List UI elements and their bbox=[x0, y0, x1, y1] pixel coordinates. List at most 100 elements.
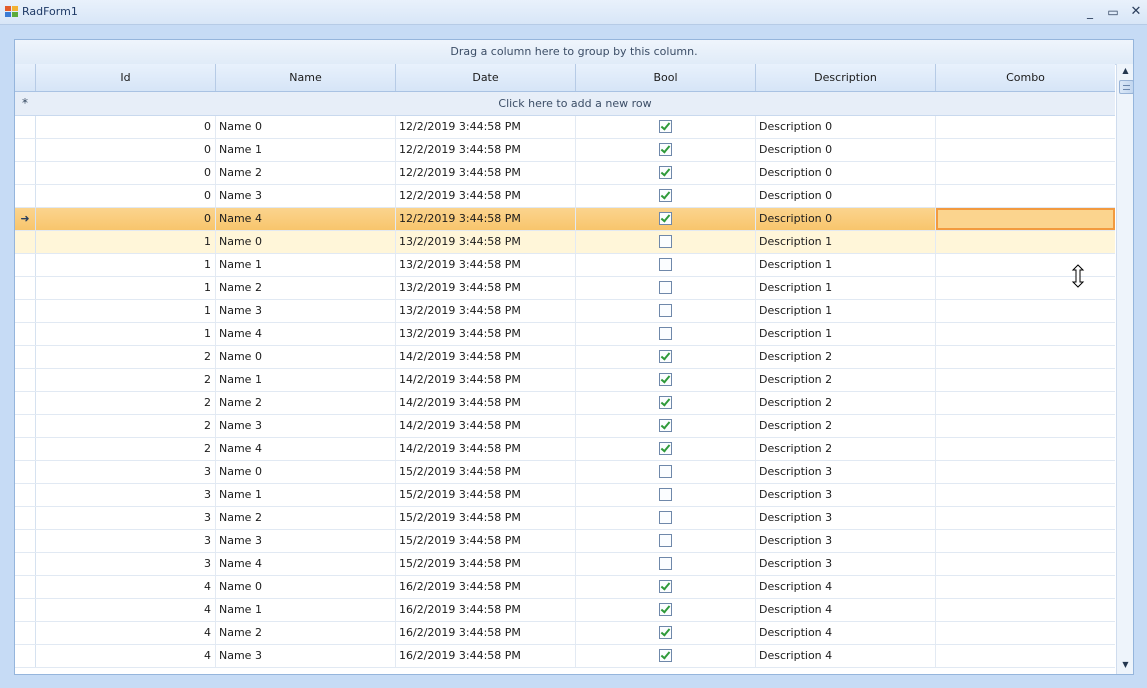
cell-bool[interactable] bbox=[576, 530, 756, 552]
cell-id[interactable]: 4 bbox=[36, 645, 216, 667]
cell-name[interactable]: Name 4 bbox=[216, 553, 396, 575]
cell-bool[interactable] bbox=[576, 139, 756, 161]
bool-checkbox[interactable] bbox=[659, 165, 672, 179]
cell-bool[interactable] bbox=[576, 369, 756, 391]
cell-date[interactable]: 14/2/2019 3:44:58 PM bbox=[396, 392, 576, 414]
row-indicator-cell[interactable] bbox=[15, 116, 36, 138]
bool-checkbox[interactable] bbox=[659, 533, 672, 547]
cell-id[interactable]: 1 bbox=[36, 231, 216, 253]
cell-description[interactable]: Description 1 bbox=[756, 254, 936, 276]
cell-bool[interactable] bbox=[576, 392, 756, 414]
new-row[interactable]: * Click here to add a new row bbox=[15, 92, 1115, 116]
cell-id[interactable]: 4 bbox=[36, 599, 216, 621]
cell-bool[interactable] bbox=[576, 415, 756, 437]
cell-id[interactable]: 2 bbox=[36, 415, 216, 437]
cell-name[interactable]: Name 1 bbox=[216, 484, 396, 506]
row-indicator-cell[interactable] bbox=[15, 185, 36, 207]
cell-id[interactable]: 1 bbox=[36, 254, 216, 276]
cell-bool[interactable] bbox=[576, 599, 756, 621]
cell-combo[interactable] bbox=[936, 553, 1115, 575]
cell-name[interactable]: Name 3 bbox=[216, 415, 396, 437]
bool-checkbox[interactable] bbox=[659, 119, 672, 133]
cell-description[interactable]: Description 3 bbox=[756, 484, 936, 506]
cell-combo[interactable] bbox=[936, 231, 1115, 253]
cell-bool[interactable] bbox=[576, 346, 756, 368]
cell-id[interactable]: 0 bbox=[36, 116, 216, 138]
cell-bool[interactable] bbox=[576, 323, 756, 345]
bool-checkbox[interactable] bbox=[659, 349, 672, 363]
column-header-id[interactable]: Id bbox=[36, 64, 216, 91]
cell-combo[interactable] bbox=[936, 645, 1115, 667]
cell-id[interactable]: 0 bbox=[36, 139, 216, 161]
cell-date[interactable]: 13/2/2019 3:44:58 PM bbox=[396, 300, 576, 322]
bool-checkbox[interactable] bbox=[659, 510, 672, 524]
bool-checkbox[interactable] bbox=[659, 303, 672, 317]
bool-checkbox[interactable] bbox=[659, 142, 672, 156]
cell-name[interactable]: Name 1 bbox=[216, 369, 396, 391]
bool-checkbox[interactable] bbox=[659, 602, 672, 616]
bool-checkbox[interactable] bbox=[659, 234, 672, 248]
scroll-thumb[interactable] bbox=[1119, 80, 1133, 94]
close-button[interactable]: ✕ bbox=[1126, 3, 1146, 21]
cell-id[interactable]: 1 bbox=[36, 323, 216, 345]
cell-id[interactable]: 2 bbox=[36, 369, 216, 391]
cell-name[interactable]: Name 3 bbox=[216, 645, 396, 667]
column-header-name[interactable]: Name bbox=[216, 64, 396, 91]
row-indicator-cell[interactable] bbox=[15, 484, 36, 506]
table-row[interactable]: 4 Name 3 16/2/2019 3:44:58 PM Description 4 bbox=[15, 645, 1115, 668]
table-row[interactable]: 2 Name 2 14/2/2019 3:44:58 PM Description 2 bbox=[15, 392, 1115, 415]
cell-name[interactable]: Name 4 bbox=[216, 438, 396, 460]
cell-description[interactable]: Description 0 bbox=[756, 116, 936, 138]
cell-name[interactable]: Name 2 bbox=[216, 277, 396, 299]
cell-id[interactable]: 3 bbox=[36, 507, 216, 529]
cell-description[interactable]: Description 2 bbox=[756, 392, 936, 414]
cell-combo[interactable] bbox=[936, 185, 1115, 207]
table-row[interactable]: 4 Name 2 16/2/2019 3:44:58 PM Description 4 bbox=[15, 622, 1115, 645]
cell-bool[interactable] bbox=[576, 576, 756, 598]
table-row[interactable]: 0 Name 2 12/2/2019 3:44:58 PM Description 0 bbox=[15, 162, 1115, 185]
cell-name[interactable]: Name 3 bbox=[216, 300, 396, 322]
table-row[interactable]: 1 Name 3 13/2/2019 3:44:58 PM Description 1 bbox=[15, 300, 1115, 323]
bool-checkbox[interactable] bbox=[659, 556, 672, 570]
cell-bool[interactable] bbox=[576, 461, 756, 483]
cell-date[interactable]: 12/2/2019 3:44:58 PM bbox=[396, 162, 576, 184]
cell-id[interactable]: 0 bbox=[36, 162, 216, 184]
table-row[interactable]: 1 Name 4 13/2/2019 3:44:58 PM Description 1 bbox=[15, 323, 1115, 346]
cell-date[interactable]: 12/2/2019 3:44:58 PM bbox=[396, 116, 576, 138]
bool-checkbox[interactable] bbox=[659, 188, 672, 202]
table-row[interactable]: 4 Name 1 16/2/2019 3:44:58 PM Description 4 bbox=[15, 599, 1115, 622]
cell-date[interactable]: 15/2/2019 3:44:58 PM bbox=[396, 461, 576, 483]
cell-id[interactable]: 0 bbox=[36, 208, 216, 230]
cell-name[interactable]: Name 1 bbox=[216, 254, 396, 276]
cell-date[interactable]: 13/2/2019 3:44:58 PM bbox=[396, 323, 576, 345]
cell-id[interactable]: 3 bbox=[36, 484, 216, 506]
cell-id[interactable]: 1 bbox=[36, 300, 216, 322]
cell-description[interactable]: Description 1 bbox=[756, 300, 936, 322]
row-indicator-cell[interactable] bbox=[15, 231, 36, 253]
table-row[interactable]: 2 Name 3 14/2/2019 3:44:58 PM Description 2 bbox=[15, 415, 1115, 438]
cell-id[interactable]: 1 bbox=[36, 277, 216, 299]
cell-bool[interactable] bbox=[576, 162, 756, 184]
table-row[interactable]: 3 Name 1 15/2/2019 3:44:58 PM Description 3 bbox=[15, 484, 1115, 507]
cell-combo[interactable] bbox=[936, 139, 1115, 161]
cell-id[interactable]: 0 bbox=[36, 185, 216, 207]
cell-date[interactable]: 15/2/2019 3:44:58 PM bbox=[396, 484, 576, 506]
group-by-panel[interactable]: Drag a column here to group by this colu… bbox=[15, 40, 1133, 65]
bool-checkbox[interactable] bbox=[659, 441, 672, 455]
cell-bool[interactable] bbox=[576, 277, 756, 299]
cell-date[interactable]: 16/2/2019 3:44:58 PM bbox=[396, 622, 576, 644]
cell-date[interactable]: 16/2/2019 3:44:58 PM bbox=[396, 599, 576, 621]
bool-checkbox[interactable] bbox=[659, 372, 672, 386]
cell-name[interactable]: Name 0 bbox=[216, 576, 396, 598]
maximize-button[interactable]: ▭ bbox=[1103, 3, 1123, 21]
cell-id[interactable]: 2 bbox=[36, 392, 216, 414]
cell-description[interactable]: Description 0 bbox=[756, 139, 936, 161]
cell-description[interactable]: Description 0 bbox=[756, 208, 936, 230]
cell-description[interactable]: Description 1 bbox=[756, 277, 936, 299]
cell-description[interactable]: Description 4 bbox=[756, 645, 936, 667]
scroll-down-button[interactable]: ▼ bbox=[1117, 658, 1133, 672]
cell-description[interactable]: Description 3 bbox=[756, 553, 936, 575]
cell-date[interactable]: 12/2/2019 3:44:58 PM bbox=[396, 139, 576, 161]
cell-name[interactable]: Name 4 bbox=[216, 208, 396, 230]
table-row[interactable]: 2 Name 4 14/2/2019 3:44:58 PM Description 2 bbox=[15, 438, 1115, 461]
